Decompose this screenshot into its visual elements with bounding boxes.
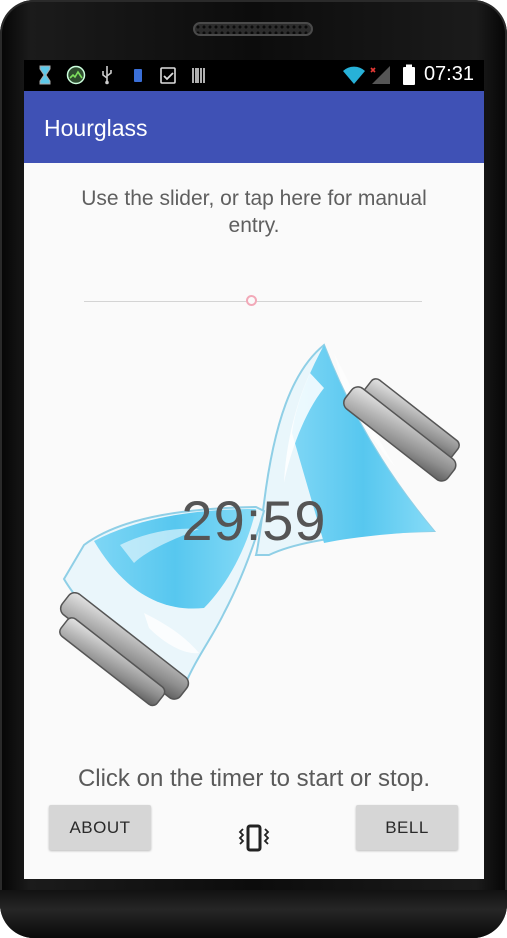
app-title: Hourglass [44, 115, 148, 141]
status-time: 07:31 [423, 63, 474, 85]
cell-signal-icon [370, 66, 390, 84]
app-notification-icon [66, 65, 86, 85]
clipboard-check-icon [160, 67, 176, 84]
sim-icon [134, 69, 142, 82]
earpiece-speaker [193, 22, 313, 36]
timer-display[interactable]: 29:59 [24, 488, 484, 553]
manual-entry-prompt[interactable]: Use the slider, or tap here for manual e… [54, 185, 454, 239]
status-bar: 07:31 [24, 60, 484, 91]
battery-icon [403, 64, 415, 85]
bell-button[interactable]: BELL [356, 805, 458, 850]
phone-bottom-bezel [0, 890, 507, 938]
vibrate-icon[interactable] [235, 823, 273, 853]
duration-slider-thumb[interactable] [246, 295, 257, 306]
wifi-icon [343, 66, 365, 84]
hourglass-icon [39, 65, 51, 85]
app-bar: Hourglass [24, 91, 484, 163]
main-content: Use the slider, or tap here for manual e… [24, 163, 484, 879]
about-button[interactable]: ABOUT [49, 805, 151, 850]
usb-icon [102, 66, 112, 85]
barcode-icon [192, 68, 205, 83]
start-stop-hint: Click on the timer to start or stop. [77, 765, 431, 792]
